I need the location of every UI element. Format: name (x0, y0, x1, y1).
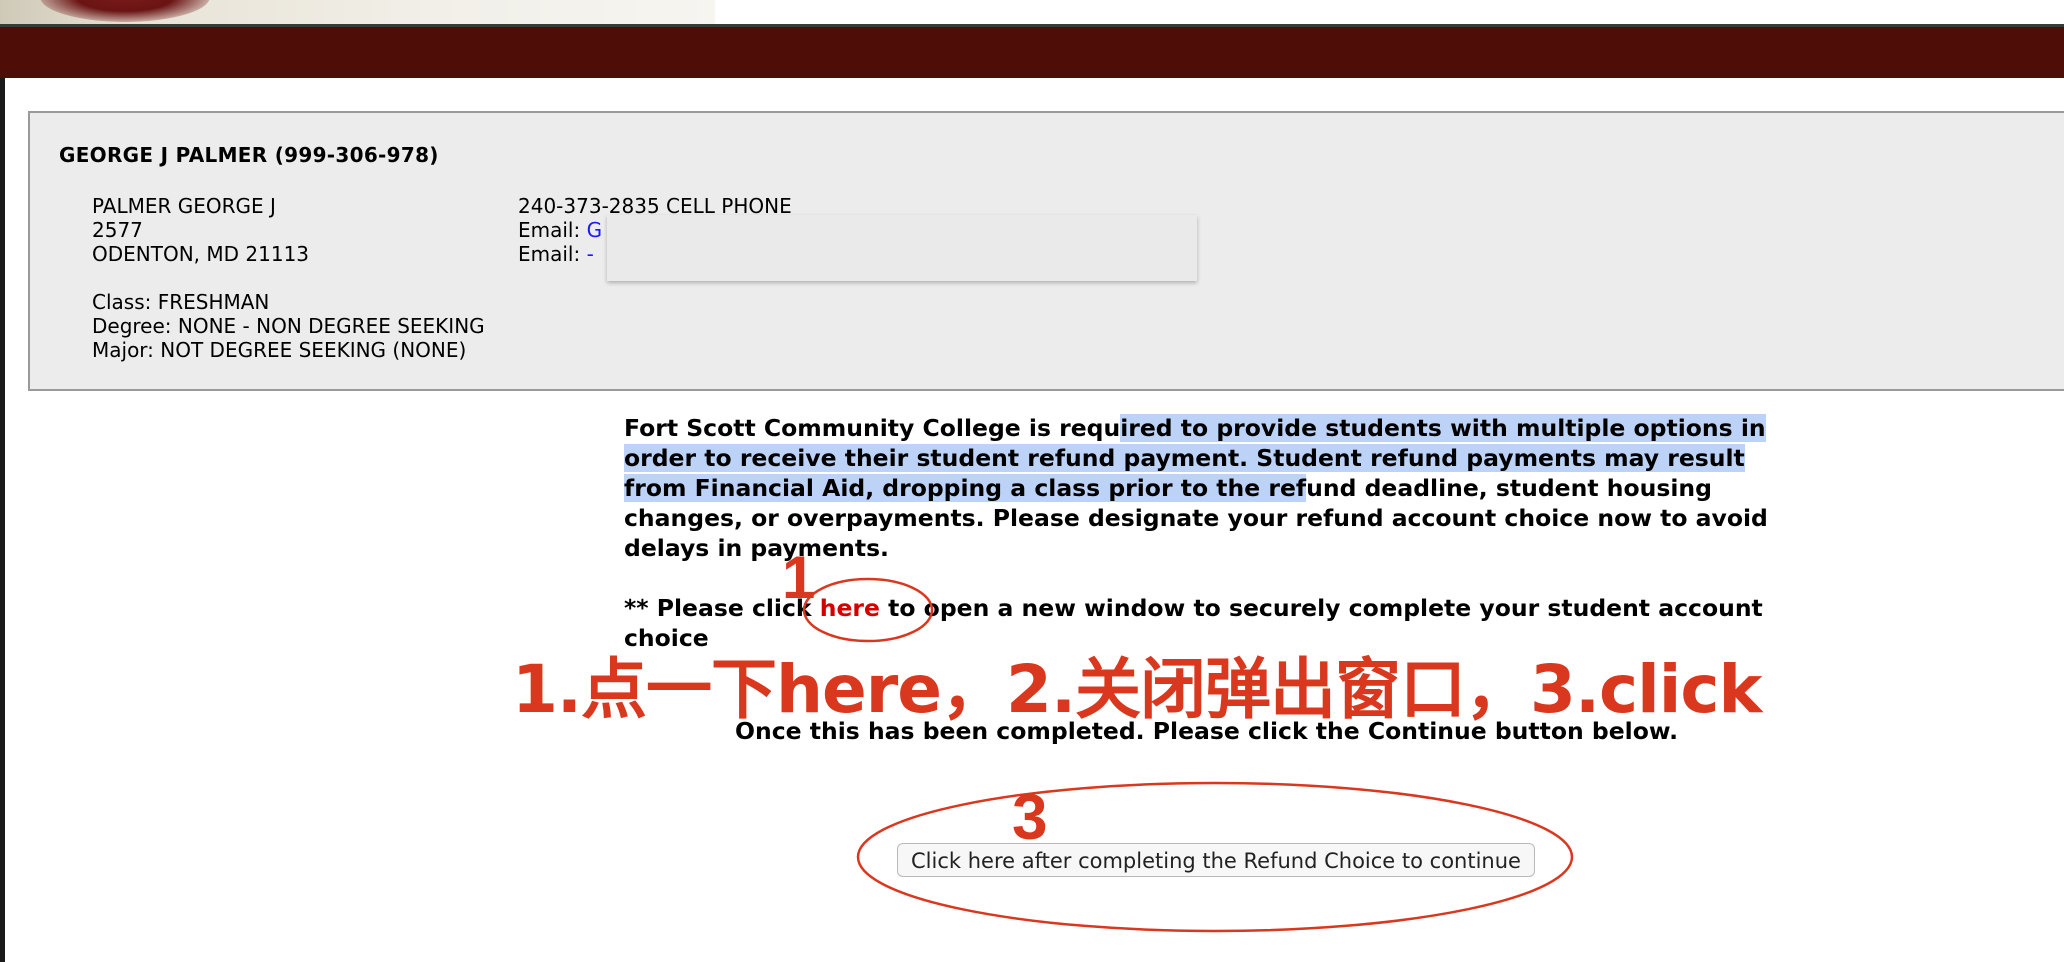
email-label: Email: (518, 218, 587, 242)
student-info-panel: GEORGE J PALMER (999-306-978) PALMER GEO… (28, 111, 2064, 391)
email-link-1[interactable]: G (587, 218, 603, 242)
redaction-overlay (607, 215, 1197, 281)
top-banner (0, 0, 2064, 27)
annotation-number-3: 3 (1012, 781, 1048, 853)
annotation-number-1: 1 (782, 544, 816, 611)
notice-text-part: Fort Scott Community College is requ (624, 414, 1121, 442)
refund-notice: Fort Scott Community College is required… (624, 413, 1814, 653)
address-line-1: 2577 (92, 218, 143, 242)
refund-notice-text: Fort Scott Community College is required… (624, 413, 1814, 563)
student-degree: Degree: NONE - NON DEGREE SEEKING (92, 314, 485, 338)
student-class: Class: FRESHMAN (92, 290, 270, 314)
email-label: Email: (518, 242, 587, 266)
email-link-2[interactable]: - (587, 242, 594, 266)
college-logo-banner (0, 0, 715, 24)
student-name: PALMER GEORGE J (92, 194, 276, 218)
here-link[interactable]: here (820, 594, 880, 622)
header-bar (0, 27, 2064, 78)
window-left-edge (0, 78, 5, 962)
college-seal-logo (40, 0, 210, 22)
student-major: Major: NOT DEGREE SEEKING (NONE) (92, 338, 467, 362)
annotation-instruction-text: 1.点一下here，2.关闭弹出窗口，3.click (512, 651, 1762, 728)
continue-button[interactable]: Click here after completing the Refund C… (897, 843, 1535, 877)
student-address-block: PALMER GEORGE J 2577 ODENTON, MD 21113 C… (92, 194, 485, 362)
student-heading: GEORGE J PALMER (999-306-978) (59, 143, 439, 167)
address-line-2: ODENTON, MD 21113 (92, 242, 310, 266)
